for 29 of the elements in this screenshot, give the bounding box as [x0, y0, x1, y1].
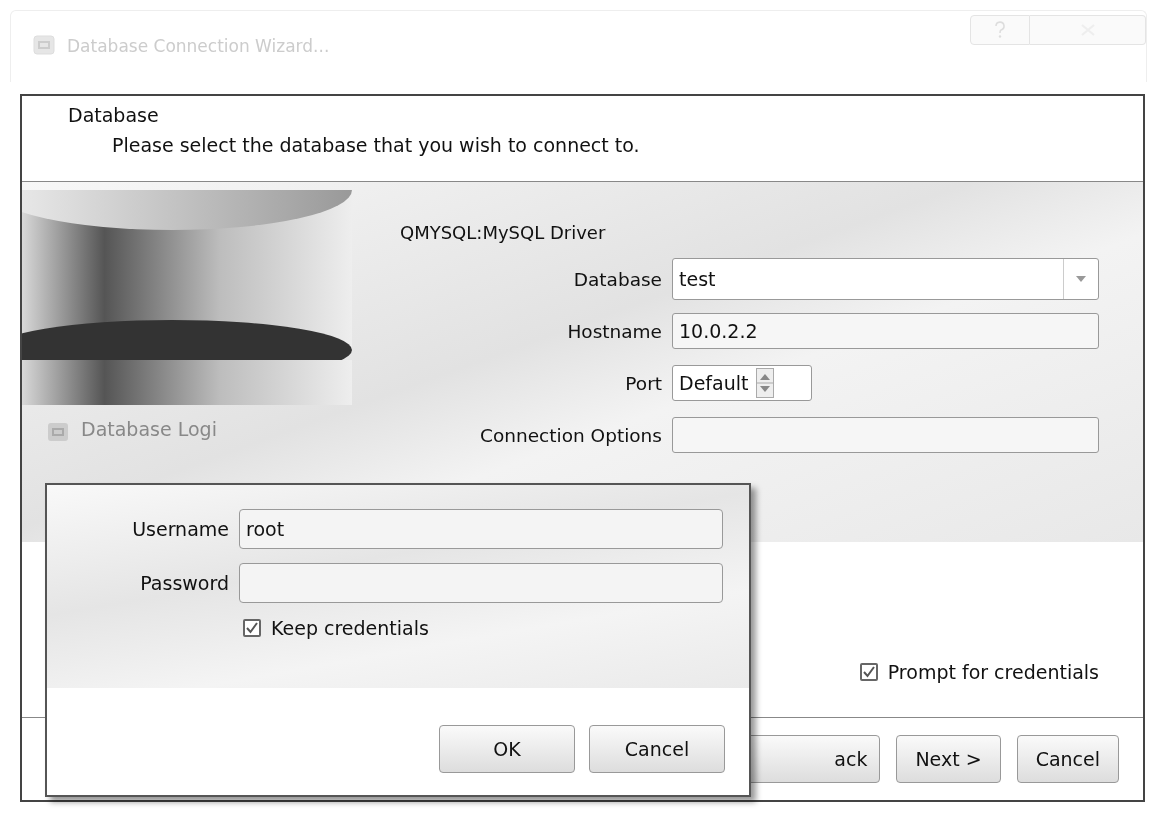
port-spinbox[interactable]: Default: [672, 365, 812, 401]
text-field[interactable]: [672, 417, 1099, 453]
checkbox[interactable]: [243, 619, 261, 637]
text-field[interactable]: root: [239, 509, 723, 549]
field-label: Password: [139, 572, 230, 594]
dialog-title: Database Logi: [81, 418, 217, 440]
app-icon: [47, 422, 69, 442]
spin-arrows-icon: [756, 368, 775, 398]
database-dropdown[interactable]: test: [672, 258, 1099, 300]
checkbox[interactable]: [859, 663, 878, 681]
app-icon: [33, 35, 55, 55]
text-field[interactable]: 10.0.2.2: [672, 313, 1099, 349]
field-label: Username: [131, 518, 230, 540]
text-field[interactable]: [239, 563, 723, 603]
dropdown-arrow-icon: [1076, 276, 1086, 282]
wizard-button[interactable]: Cancel: [1016, 735, 1119, 783]
field-label: Port: [624, 372, 663, 394]
page-subtitle: Please select the database that you wish to connect to.: [112, 134, 641, 156]
question-mark-icon: [994, 21, 1006, 39]
dialog-button[interactable]: Cancel: [589, 725, 725, 773]
checkbox-label: Keep credentials: [271, 617, 429, 639]
page-title: Database: [68, 104, 160, 126]
driver-label: QMYSQL:MySQL Driver: [400, 222, 607, 243]
field-label: Connection Options: [479, 424, 663, 446]
wizard-button[interactable]: Next >: [896, 735, 1001, 783]
checkbox-label: Prompt for credentials: [887, 661, 1099, 683]
field-label: Hostname: [566, 320, 663, 342]
field-label: Database: [572, 268, 663, 290]
dialog-button[interactable]: OK: [439, 725, 575, 773]
